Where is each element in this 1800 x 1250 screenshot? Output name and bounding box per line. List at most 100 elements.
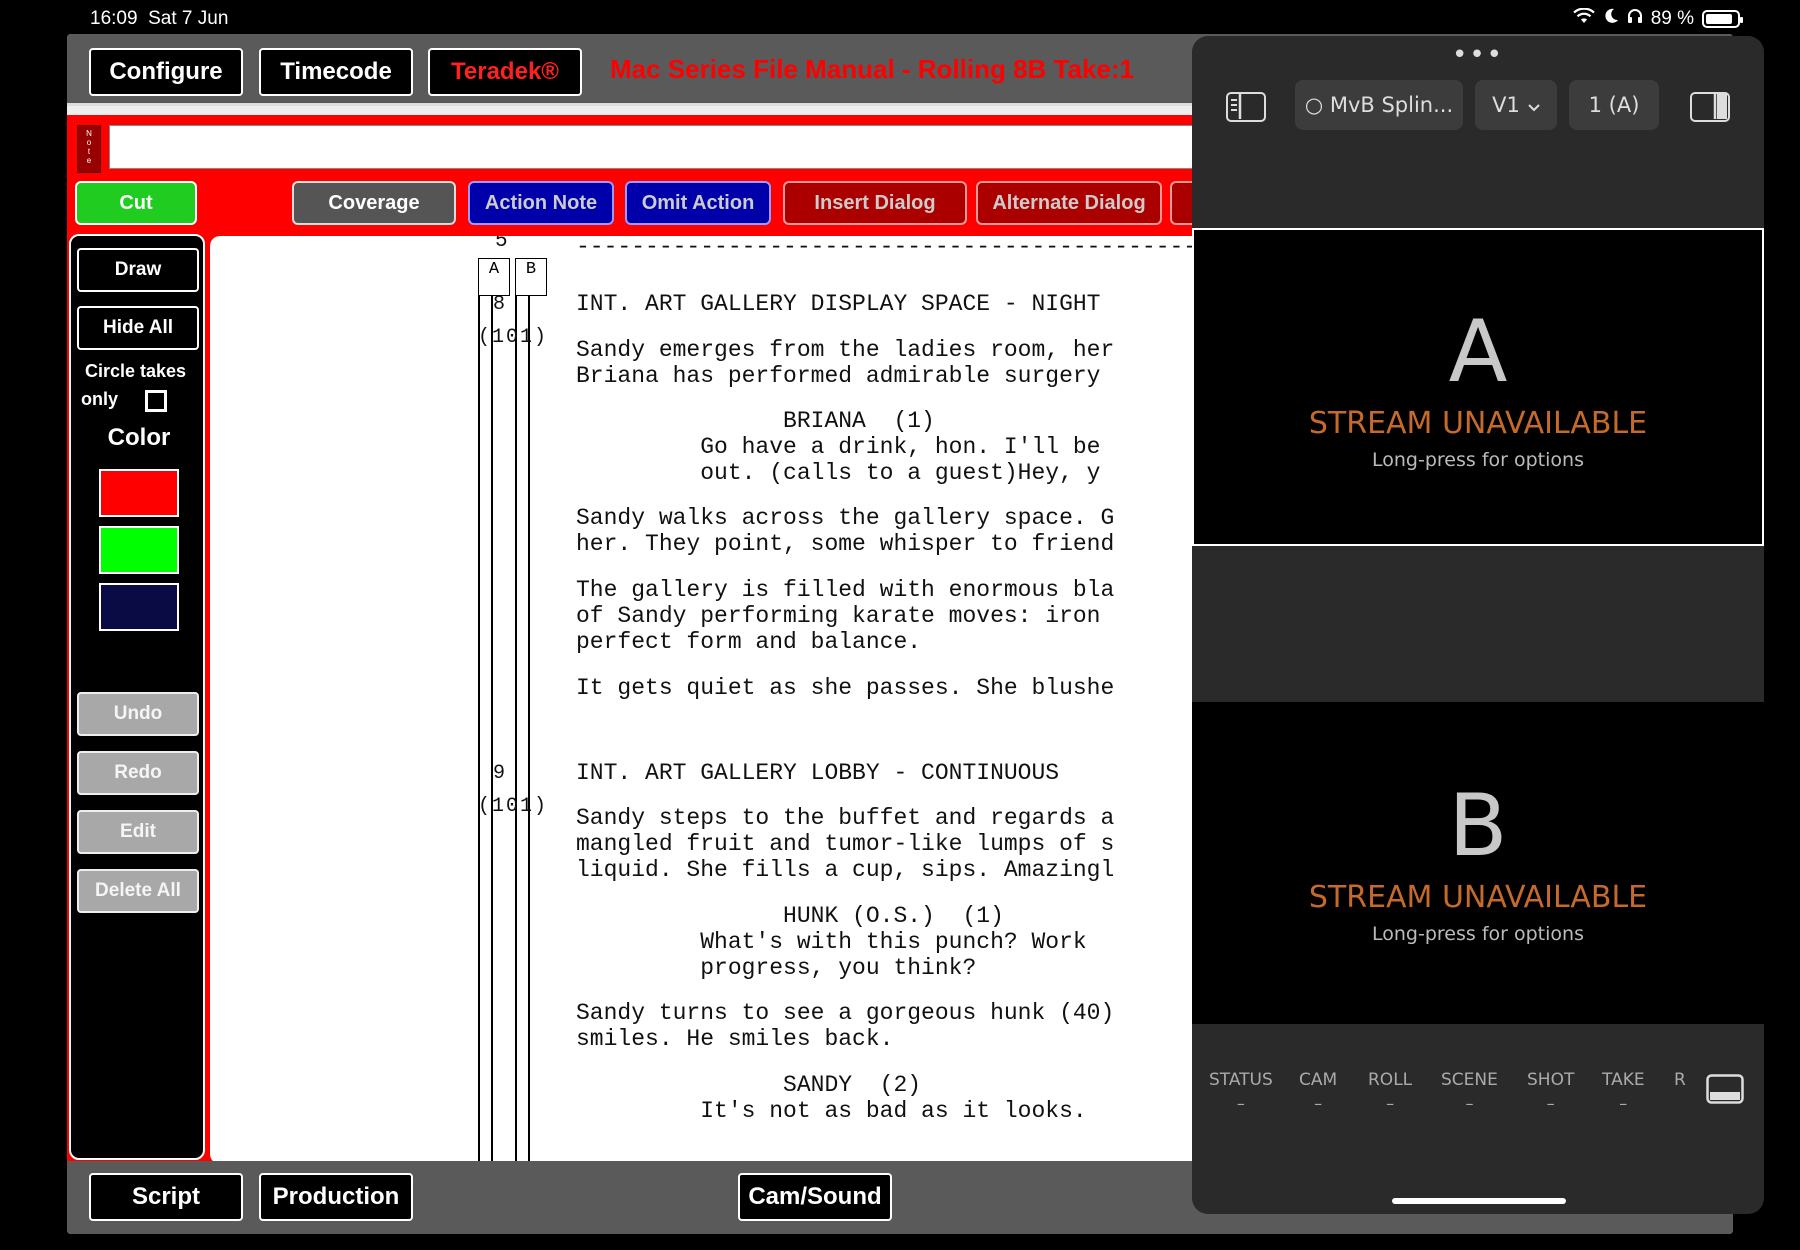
home-indicator[interactable] [1392,1198,1566,1204]
character-name: HUNK (O.S.) (1) [576,903,1004,929]
dialogue-line: What's with this punch? Work [576,929,1087,955]
battery-icon [1702,10,1743,28]
ipad-screen: 16:09 Sat 7 Jun 89 % Configure Timecode … [0,0,1800,1250]
character-name: BRIANA (1) [576,408,935,434]
dialogue-line: It's not as bad as it looks. [576,1098,1087,1124]
timecode-button[interactable]: Timecode [259,48,413,96]
script-line: perfect form and balance. [576,629,922,655]
footer-roll: ROLL – [1368,1070,1413,1113]
stream-b-hint: Long-press for options [1372,923,1584,945]
stream-b-view[interactable]: B STREAM UNAVAILABLE Long-press for opti… [1192,702,1764,1024]
status-bar: 16:09 Sat 7 Jun 89 % [0,0,1800,36]
stream-a-status: STREAM UNAVAILABLE [1308,406,1648,441]
edit-button[interactable]: Edit [77,810,199,854]
circle-takes-checkbox[interactable] [145,390,167,412]
stream-a-hint: Long-press for options [1372,449,1584,471]
color-swatch-navy[interactable] [99,583,179,631]
script-line: Sandy walks across the gallery space. G [576,505,1115,531]
color-swatch-green[interactable] [99,526,179,574]
coverage-line [491,296,493,1164]
footer-take: TAKE – [1602,1070,1645,1113]
footer-scene: SCENE – [1441,1070,1498,1113]
setup-code: (101) [478,795,549,818]
status-time: 16:09 [90,8,138,29]
panel-toggle-icon[interactable] [1706,1074,1744,1108]
scene-heading: INT. ART GALLERY LOBBY - CONTINUOUS [576,760,1060,786]
script-line: of Sandy performing karate moves: iron [576,603,1101,629]
cam-sound-tab-button[interactable]: Cam/Sound [738,1173,892,1221]
window-grabber[interactable]: ••• [1192,40,1764,70]
page-number: 5 [495,236,508,253]
undo-button[interactable]: Undo [77,692,199,736]
status-clock: 16:09 Sat 7 Jun [90,8,228,30]
stream-b-letter: B [1448,776,1508,876]
monitor-spacer [1192,150,1764,228]
footer-shot: SHOT – [1527,1070,1575,1113]
script-line: her. They point, some whisper to friend [576,531,1115,557]
alternate-dialog-button[interactable]: Alternate Dialog [976,181,1162,225]
stream-a-view[interactable]: A STREAM UNAVAILABLE Long-press for opti… [1192,228,1764,546]
source-selector[interactable]: ○ MvB Splin... [1295,80,1463,130]
dialogue-line: Go have a drink, hon. I'll be [576,434,1101,460]
insert-dialog-button[interactable]: Insert Dialog [783,181,967,225]
monitor-toolbar: ○ MvB Splin... V1 1 (A) [1192,80,1764,144]
status-date: Sat 7 Jun [148,8,229,29]
only-label: only [81,389,119,409]
setup-shot-number: 9 [493,762,506,785]
teradek-button[interactable]: Teradek® [428,48,582,96]
footer-cam: CAM – [1299,1070,1338,1113]
camera-a-marker[interactable]: A [478,258,510,296]
delete-all-button[interactable]: Delete All [77,869,199,913]
battery-percent: 89 % [1650,8,1694,29]
version-label: V1 [1492,93,1520,117]
script-line: smiles. He smiles back. [576,1026,894,1052]
monitor-spacer [1192,546,1764,702]
setup-shot-number: 8 [493,293,506,316]
sidebar-left-icon[interactable] [1226,92,1266,122]
color-swatch-red[interactable] [99,469,179,517]
scene-heading: INT. ART GALLERY DISPLAY SPACE - NIGHT [576,291,1101,317]
action-note-button[interactable]: Action Note [468,181,614,225]
status-icons: 89 % [1572,7,1743,30]
script-line: It gets quiet as she passes. She blushe [576,675,1115,701]
slide-over-window: ••• ○ MvB Splin... V1 1 (A) A STREAM UNA… [1192,36,1764,1214]
note-tab[interactable]: Note [77,125,101,173]
dialogue-line: progress, you think? [576,955,977,981]
script-line: Sandy turns to see a gorgeous hunk (40) [576,1000,1115,1026]
coverage-button[interactable]: Coverage [292,181,456,225]
hide-all-button[interactable]: Hide All [77,306,199,350]
dialogue-line: out. (calls to a guest)Hey, y [576,460,1101,486]
stream-a-letter: A [1448,302,1508,402]
cut-button[interactable]: Cut [75,181,197,225]
production-tab-button[interactable]: Production [259,1173,413,1221]
version-selector[interactable]: V1 [1475,80,1557,130]
draw-button[interactable]: Draw [77,248,199,292]
metadata-footer: STATUS – CAM – ROLL – SCENE – SHOT – TAKE – R [1192,1058,1764,1178]
redo-button[interactable]: Redo [77,751,199,795]
script-line: Sandy steps to the buffet and regards a [576,805,1115,831]
rolling-status: Mac Series File Manual - Rolling 8B Take… [610,54,1134,84]
camera-b-marker[interactable]: B [515,258,547,296]
chevron-down-icon [1528,93,1540,117]
coverage-line [478,296,480,1164]
moon-icon [1603,8,1619,30]
angle-selector[interactable]: 1 (A) [1569,80,1659,130]
footer-status: STATUS – [1209,1070,1273,1113]
setup-code: (101) [478,326,549,349]
coverage-line [515,296,517,1164]
circle-takes-label: Circle takes [85,361,187,381]
script-line: Sandy emerges from the ladies room, her [576,337,1115,363]
footer-r: R [1674,1070,1686,1090]
omit-action-button[interactable]: Omit Action [625,181,771,225]
stream-b-status: STREAM UNAVAILABLE [1308,880,1648,915]
script-line: liquid. She fills a cup, sips. Amazingl [576,857,1115,883]
color-label: Color [107,424,171,451]
sidebar-right-icon[interactable] [1690,92,1730,122]
configure-button[interactable]: Configure [89,48,243,96]
script-line: mangled fruit and tumor-like lumps of s [576,831,1115,857]
wifi-icon [1572,7,1595,30]
script-tab-button[interactable]: Script [89,1173,243,1221]
script-line: The gallery is filled with enormous bla [576,577,1115,603]
tool-sidebar: Draw Hide All Circle takes only Color Un… [69,234,205,1160]
script-line: Briana has performed admirable surgery [576,363,1101,389]
